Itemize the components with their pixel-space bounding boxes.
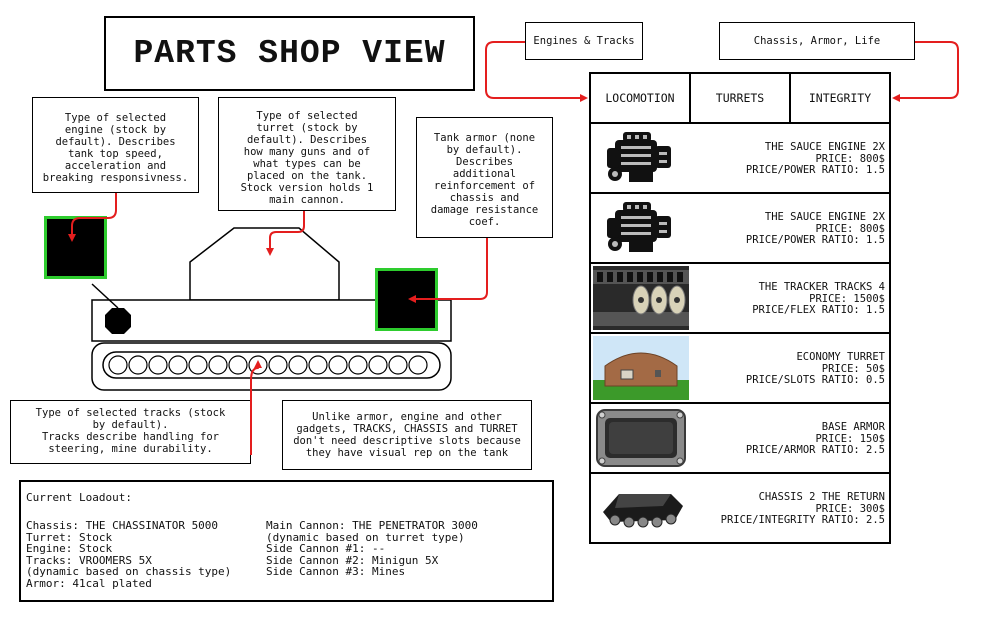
- shop-tabs: LOCOMOTION TURRETS INTEGRITY: [591, 74, 889, 124]
- visual-rep-note: Unlike armor, engine and other gadgets, …: [282, 400, 532, 470]
- item-name: BASE ARMOR: [821, 421, 885, 433]
- shop-panel: LOCOMOTION TURRETS INTEGRITY THE SAUCE E…: [589, 72, 891, 544]
- item-name: THE SAUCE ENGINE 2X: [764, 211, 885, 223]
- engine-icon: [607, 202, 671, 252]
- armor-slot[interactable]: [375, 268, 438, 331]
- item-ratio: PRICE/SLOTS RATIO: 0.5: [745, 374, 885, 386]
- item-ratio: PRICE/POWER RATIO: 1.5: [745, 234, 885, 246]
- armor-note: Tank armor (none by default). Describes …: [416, 117, 553, 238]
- chassis-armor-life-callout: Chassis, Armor, Life: [719, 22, 915, 60]
- engine-note: Type of selected engine (stock by defaul…: [32, 97, 199, 193]
- tank-turret: [189, 227, 340, 301]
- engine-slot[interactable]: [44, 216, 107, 279]
- shop-item[interactable]: THE SAUCE ENGINE 2X PRICE: 800$ PRICE/PO…: [591, 124, 889, 194]
- tracks-note: Type of selected tracks (stock by defaul…: [10, 400, 251, 464]
- shop-item[interactable]: BASE ARMOR PRICE: 150$ PRICE/ARMOR RATIO…: [591, 404, 889, 474]
- loadout-line: Chassis: THE CHASSINATOR 5000: [26, 519, 219, 532]
- engine-marker-icon: [105, 308, 131, 334]
- item-name: THE SAUCE ENGINE 2X: [764, 141, 885, 153]
- current-loadout-panel: Current Loadout: Chassis: THE CHASSINATO…: [19, 480, 554, 602]
- shop-item[interactable]: THE TRACKER TRACKS 4 PRICE: 1500$ PRICE/…: [591, 264, 889, 334]
- item-ratio: PRICE/ARMOR RATIO: 2.5: [745, 444, 885, 456]
- item-name: ECONOMY TURRET: [796, 351, 885, 363]
- engine-icon: [607, 132, 671, 182]
- tab-turrets[interactable]: TURRETS: [691, 74, 791, 122]
- armor-plate-icon: [596, 409, 686, 467]
- turret-icon: [593, 336, 689, 400]
- turret-note: Type of selected turret (stock by defaul…: [218, 97, 396, 211]
- shop-item[interactable]: THE SAUCE ENGINE 2X PRICE: 800$ PRICE/PO…: [591, 194, 889, 264]
- chassis-icon: [603, 494, 683, 528]
- item-ratio: PRICE/INTEGRITY RATIO: 2.5: [720, 514, 885, 526]
- item-name: CHASSIS 2 THE RETURN: [758, 491, 885, 503]
- loadout-line: Side Cannon #3: Mines: [266, 565, 406, 579]
- shop-item[interactable]: CHASSIS 2 THE RETURN PRICE: 300$ PRICE/I…: [591, 474, 889, 544]
- loadout-line: Main Cannon: THE PENETRATOR 3000: [266, 519, 478, 532]
- engines-tracks-callout: Engines & Tracks: [525, 22, 643, 60]
- item-ratio: PRICE/POWER RATIO: 1.5: [745, 164, 885, 176]
- item-name: THE TRACKER TRACKS 4: [758, 281, 885, 293]
- tab-integrity[interactable]: INTEGRITY: [791, 74, 889, 122]
- tracks-icon: [593, 266, 689, 330]
- loadout-line: Armor: 41cal plated: [26, 576, 152, 590]
- loadout-left-column: Chassis: THE CHASSINATOR 5000 Turret: St…: [26, 520, 231, 590]
- item-ratio: PRICE/FLEX RATIO: 1.5: [752, 304, 885, 316]
- tab-locomotion[interactable]: LOCOMOTION: [591, 74, 691, 122]
- loadout-heading: Current Loadout:: [26, 491, 132, 504]
- shop-item[interactable]: ECONOMY TURRET PRICE: 50$ PRICE/SLOTS RA…: [591, 334, 889, 404]
- loadout-right-column: Main Cannon: THE PENETRATOR 3000 (dynami…: [266, 520, 478, 578]
